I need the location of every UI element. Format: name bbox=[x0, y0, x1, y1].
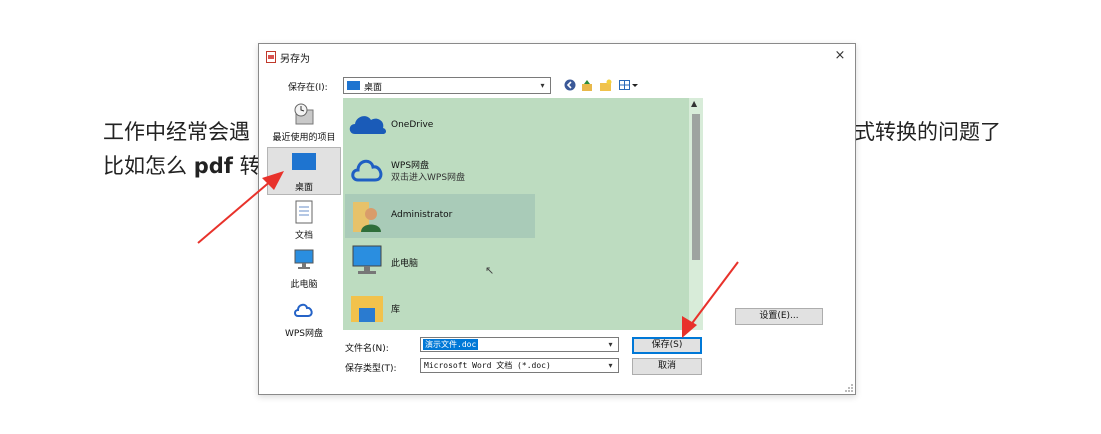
annotation-arrow-desktop bbox=[197, 171, 284, 244]
annotation-arrow-save bbox=[682, 261, 739, 338]
annotation-arrows bbox=[197, 171, 739, 338]
